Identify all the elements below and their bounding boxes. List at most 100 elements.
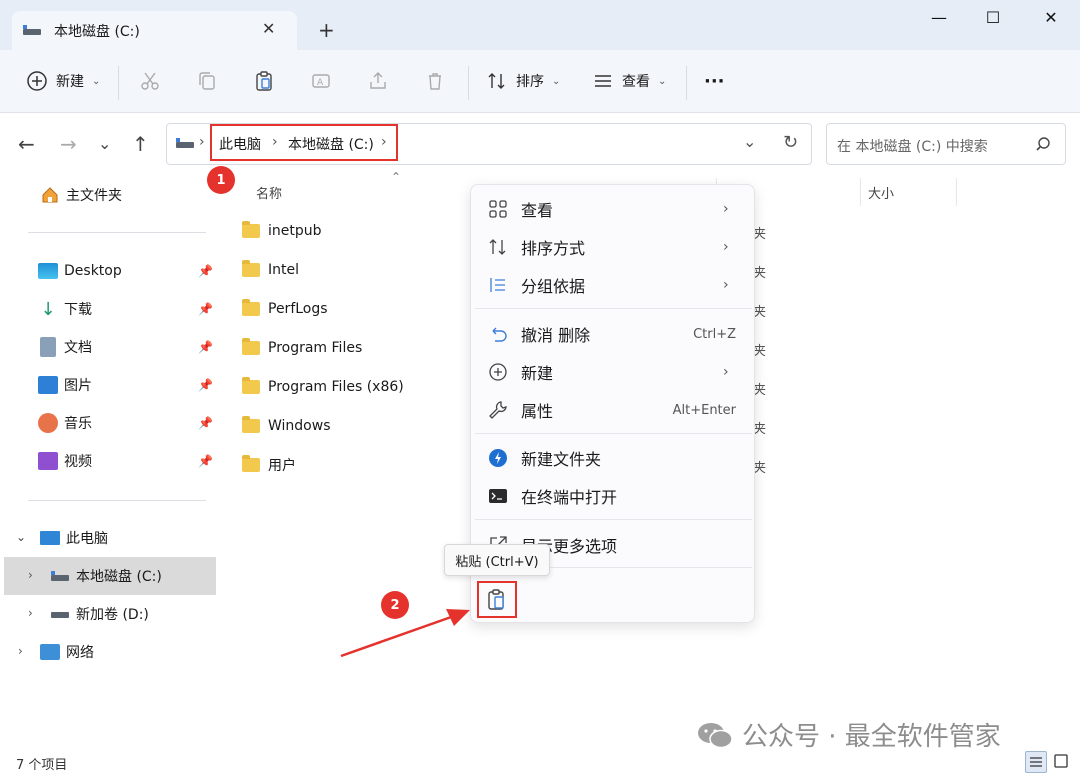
breadcrumb-separator: › bbox=[272, 134, 278, 150]
menu-label: 新建文件夹 bbox=[521, 450, 602, 469]
toolbar-divider bbox=[686, 66, 687, 100]
menu-divider bbox=[475, 433, 752, 434]
close-tab-icon[interactable]: ✕ bbox=[262, 19, 275, 38]
recent-chevron-icon[interactable]: ⌄ bbox=[98, 134, 111, 153]
tiles-view-button[interactable] bbox=[1051, 751, 1073, 773]
file-row[interactable]: 用户 bbox=[242, 451, 296, 479]
breadcrumb-this-pc[interactable]: 此电脑 bbox=[219, 134, 261, 154]
sidebar-item-pictures[interactable]: 图片 bbox=[38, 370, 92, 400]
view-button[interactable]: 查看 ⌄ bbox=[592, 68, 666, 94]
sidebar-item-videos[interactable]: 视频 bbox=[38, 446, 92, 476]
column-header-name[interactable]: 名称 bbox=[256, 183, 282, 202]
sidebar-item-desktop[interactable]: Desktop bbox=[38, 256, 122, 286]
step-badge-1: 1 bbox=[207, 166, 235, 194]
address-dropdown-icon[interactable]: ⌄ bbox=[743, 132, 756, 151]
folder-icon bbox=[242, 299, 260, 316]
terminal-icon bbox=[489, 489, 507, 503]
new-button[interactable]: 新建 ⌄ bbox=[26, 68, 100, 94]
forward-arrow-icon[interactable]: → bbox=[60, 132, 77, 156]
status-item-count: 7 个项目 bbox=[16, 758, 68, 773]
menu-item-sort[interactable]: 排序方式 › bbox=[471, 229, 756, 265]
menu-item-group-by[interactable]: 分组依据 › bbox=[471, 267, 756, 303]
paste-button[interactable] bbox=[477, 581, 517, 618]
menu-item-view[interactable]: 查看 › bbox=[471, 191, 756, 227]
command-bar: 新建 ⌄ A 排序 ⌄ 查看 ⌄ ··· bbox=[0, 50, 1080, 113]
chevron-right-icon: › bbox=[723, 277, 729, 293]
sidebar-label: 本地磁盘 (C:) bbox=[76, 569, 162, 585]
close-window-button[interactable]: ✕ bbox=[1028, 8, 1074, 30]
sidebar-label: Desktop bbox=[64, 263, 122, 279]
chevron-down-icon: ⌄ bbox=[552, 75, 561, 87]
sort-arrows-icon bbox=[489, 239, 506, 255]
pin-icon[interactable]: 📌 bbox=[198, 378, 213, 392]
breadcrumb-local-disk-c[interactable]: 本地磁盘 (C:) bbox=[288, 134, 374, 154]
file-row[interactable]: PerfLogs bbox=[242, 295, 328, 323]
menu-item-undo-delete[interactable]: 撤消 删除 Ctrl+Z bbox=[471, 316, 756, 352]
pin-icon[interactable]: 📌 bbox=[198, 340, 213, 354]
cut-icon[interactable] bbox=[139, 70, 161, 92]
share-icon[interactable] bbox=[367, 70, 389, 92]
network-icon bbox=[40, 644, 60, 660]
maximize-button[interactable]: ☐ bbox=[970, 8, 1016, 30]
file-row[interactable]: Program Files bbox=[242, 334, 362, 362]
tab-local-disk-c[interactable]: 本地磁盘 (C:) ✕ bbox=[12, 11, 297, 50]
pin-icon[interactable]: 📌 bbox=[198, 302, 213, 316]
column-header-size[interactable]: 大小 bbox=[868, 183, 894, 202]
pin-icon[interactable]: 📌 bbox=[198, 416, 213, 430]
search-box[interactable]: 在 本地磁盘 (C:) 中搜索 bbox=[826, 123, 1066, 165]
sort-arrows-icon bbox=[488, 73, 505, 89]
pin-icon[interactable]: 📌 bbox=[198, 454, 213, 468]
sidebar-label: 此电脑 bbox=[66, 531, 108, 547]
document-icon bbox=[40, 337, 56, 357]
refresh-icon[interactable]: ↻ bbox=[783, 132, 798, 153]
picture-icon bbox=[38, 376, 58, 394]
sidebar-item-local-disk-c[interactable]: 本地磁盘 (C:) bbox=[50, 561, 162, 591]
sidebar-label: 图片 bbox=[64, 378, 92, 394]
plus-circle-icon bbox=[27, 71, 47, 91]
chevron-down-icon[interactable]: ⌄ bbox=[16, 530, 26, 544]
sidebar-item-downloads[interactable]: ↓ 下载 bbox=[38, 294, 92, 324]
sidebar-item-network[interactable]: 网络 bbox=[40, 637, 94, 667]
sidebar-label: 文档 bbox=[64, 340, 92, 356]
chevron-right-icon[interactable]: › bbox=[28, 606, 33, 620]
file-row[interactable]: Program Files (x86) bbox=[242, 373, 404, 401]
copy-icon[interactable] bbox=[196, 70, 218, 92]
sidebar-item-new-volume-d[interactable]: 新加卷 (D:) bbox=[50, 599, 149, 629]
menu-item-properties[interactable]: 属性 Alt+Enter bbox=[471, 392, 756, 428]
up-arrow-icon[interactable]: ↑ bbox=[132, 132, 149, 156]
menu-item-new-folder[interactable]: 新建文件夹 bbox=[471, 440, 756, 476]
file-row[interactable]: Intel bbox=[242, 256, 299, 284]
chevron-right-icon[interactable]: › bbox=[18, 644, 23, 658]
pin-icon[interactable]: 📌 bbox=[198, 264, 213, 278]
menu-divider bbox=[475, 519, 752, 520]
delete-icon[interactable] bbox=[424, 70, 446, 92]
paste-icon bbox=[488, 589, 504, 610]
sidebar-item-this-pc[interactable]: 此电脑 bbox=[40, 523, 108, 553]
new-tab-button[interactable]: + bbox=[318, 18, 335, 42]
sidebar-label: 新加卷 (D:) bbox=[76, 607, 149, 623]
music-icon bbox=[38, 413, 58, 433]
menu-label: 在终端中打开 bbox=[521, 488, 618, 507]
chevron-right-icon[interactable]: › bbox=[28, 568, 33, 582]
rename-icon[interactable]: A bbox=[310, 70, 332, 92]
list-view-icon bbox=[595, 75, 611, 87]
sidebar-label: 音乐 bbox=[64, 416, 92, 432]
details-view-button[interactable] bbox=[1025, 751, 1047, 773]
minimize-button[interactable]: — bbox=[916, 8, 962, 30]
details-view-icon bbox=[1030, 757, 1042, 767]
title-bar: 本地磁盘 (C:) ✕ + — ☐ ✕ bbox=[0, 0, 1080, 50]
more-options-button[interactable]: ··· bbox=[704, 68, 725, 94]
file-row[interactable]: inetpub bbox=[242, 217, 322, 245]
menu-item-new[interactable]: 新建 › bbox=[471, 354, 756, 390]
paste-icon[interactable] bbox=[253, 70, 275, 92]
sidebar-divider bbox=[28, 232, 206, 233]
toolbar-divider bbox=[118, 66, 119, 100]
sidebar-item-home[interactable]: 主文件夹 bbox=[40, 180, 122, 210]
sort-button[interactable]: 排序 ⌄ bbox=[486, 68, 560, 94]
sidebar-item-documents[interactable]: 文档 bbox=[38, 332, 92, 362]
menu-item-open-in-terminal[interactable]: 在终端中打开 bbox=[471, 478, 756, 514]
back-arrow-icon[interactable]: ← bbox=[18, 132, 35, 156]
sidebar-item-music[interactable]: 音乐 bbox=[38, 408, 92, 438]
file-row[interactable]: Windows bbox=[242, 412, 331, 440]
watermark: 公众号 · 最全软件管家 bbox=[696, 716, 1001, 753]
